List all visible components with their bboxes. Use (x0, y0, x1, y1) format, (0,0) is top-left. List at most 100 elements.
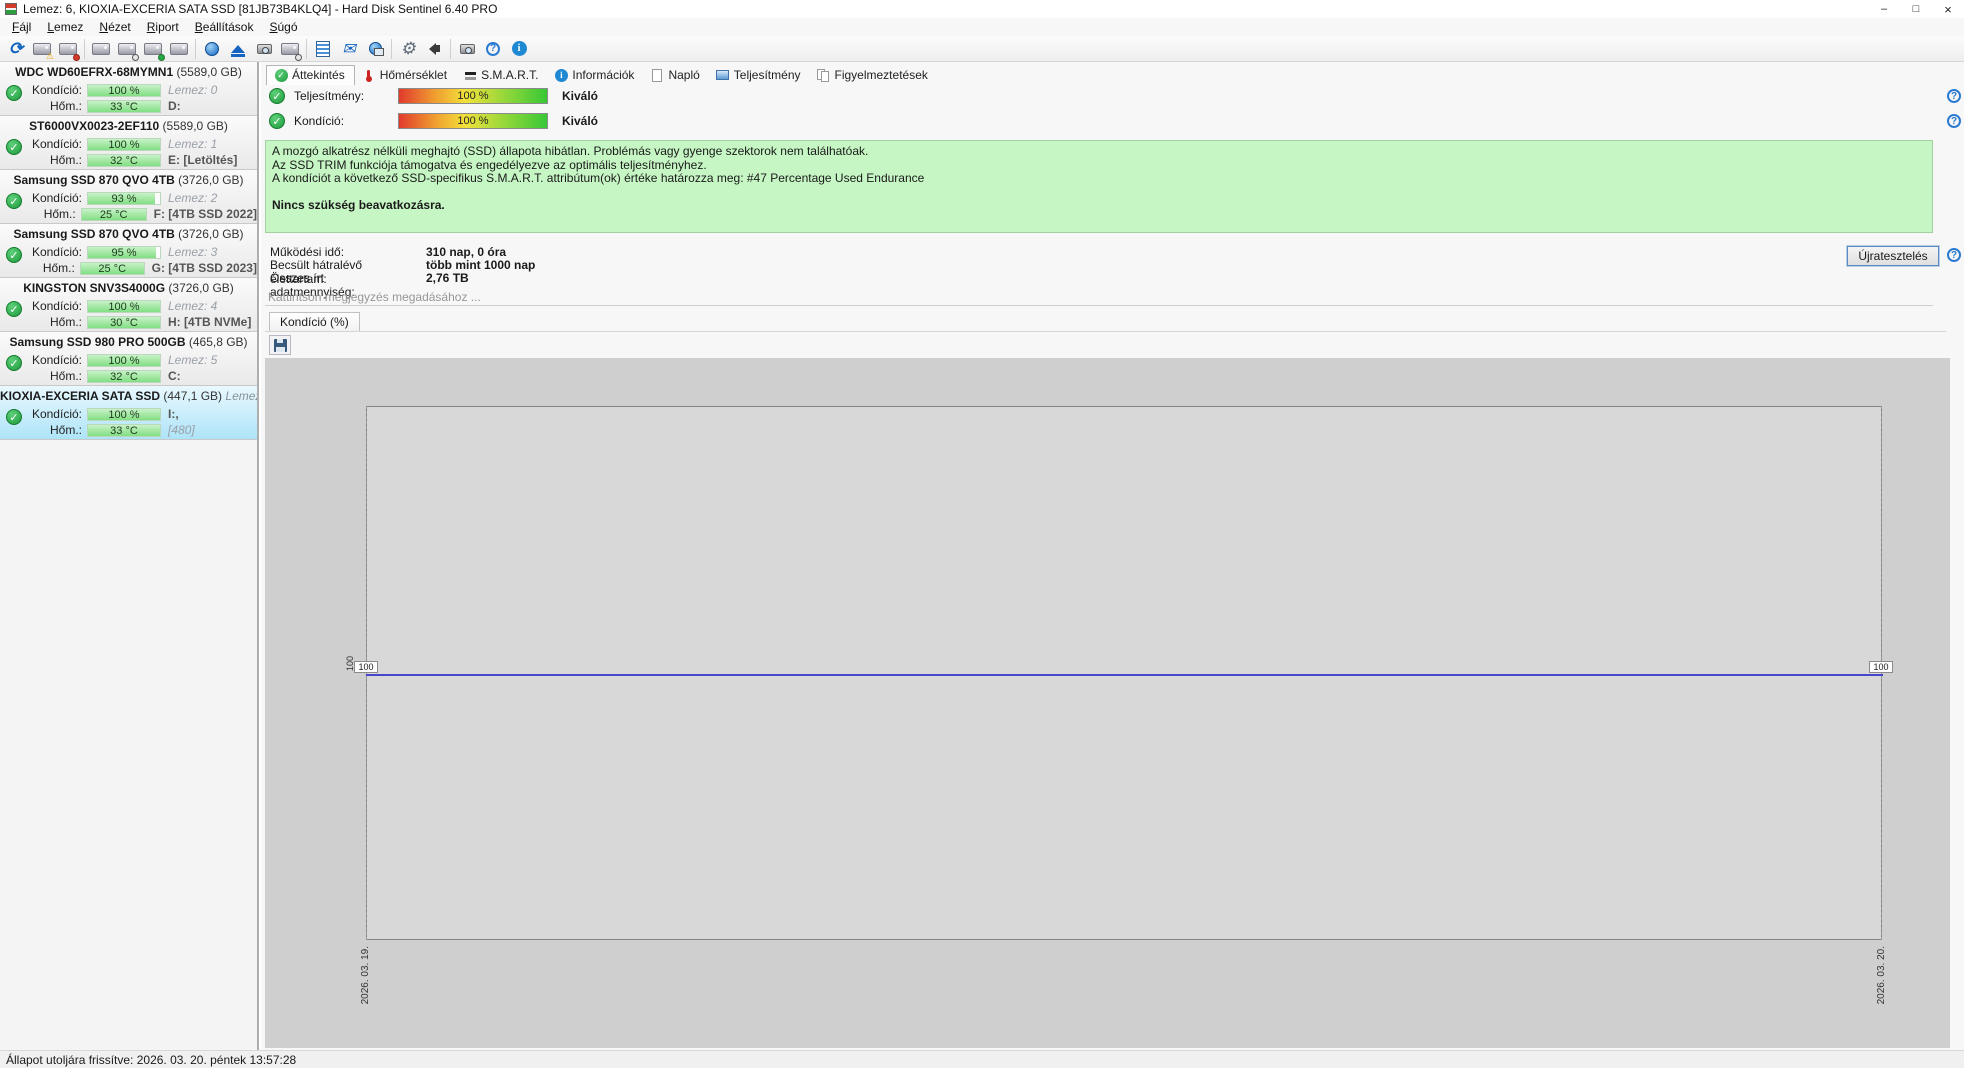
disk-entry-1[interactable]: ST6000VX0023-2EF110 (5589,0 GB) Kondíció… (0, 116, 257, 170)
disk-name: KINGSTON SNV3S4000G (23, 281, 166, 295)
temp-label: Hőm.: (43, 207, 76, 221)
tab-figyelmeztetesek[interactable]: Figyelmeztetések (810, 66, 937, 85)
tab-smart[interactable]: S.M.A.R.T. (456, 66, 547, 85)
health-ok-icon (6, 409, 22, 425)
disk-name: WDC WD60EFRX-68MYMN1 (15, 65, 174, 79)
temp-bar: 33 °C (87, 99, 161, 113)
disk-size: (3726,0 GB) (178, 173, 244, 187)
chart-title-tab[interactable]: Kondíció (%) (269, 312, 360, 331)
thermometer-icon (362, 68, 376, 82)
disk-report-icon[interactable] (55, 37, 81, 61)
stat-power-on-time: Működési idő: 310 nap, 0 óra (270, 245, 507, 259)
condition-bar: 100 % (87, 353, 161, 367)
tab-attekintes[interactable]: Áttekintés (266, 65, 355, 85)
disk-number: Lemez: 4 (168, 299, 218, 313)
mail-icon[interactable] (336, 37, 362, 61)
tab-informaciok[interactable]: Információk (547, 66, 643, 85)
pages-icon (817, 68, 831, 82)
disk-detect-icon[interactable] (88, 37, 114, 61)
status-text: Állapot utoljára frissítve: 2026. 03. 20… (6, 1052, 297, 1067)
disk-usb-icon[interactable] (277, 37, 303, 61)
drive-letter: C: (168, 369, 181, 383)
menu-beallitasok[interactable]: Beállítások (187, 19, 262, 35)
window-title: Lemez: 6, KIOXIA-EXCERIA SATA SSD [81JB7… (23, 2, 498, 16)
disk-entry-0[interactable]: WDC WD60EFRX-68MYMN1 (5589,0 GB) Kondíci… (0, 62, 257, 116)
disk-size: (447,1 GB) (163, 389, 223, 403)
toolbar-separator (195, 38, 196, 59)
tab-homerseklet[interactable]: Hőmérséklet (355, 66, 456, 85)
help-icon[interactable] (1947, 248, 1961, 262)
eject-icon[interactable] (225, 37, 251, 61)
gridline (366, 406, 367, 940)
health-ok-icon (6, 355, 22, 371)
temp-bar: 32 °C (87, 369, 161, 383)
document-icon (650, 68, 664, 82)
sound-icon[interactable] (421, 37, 447, 61)
drive-letter: E: [Letöltés] (168, 153, 238, 167)
help-icon[interactable] (1947, 89, 1961, 103)
toolbar-separator (450, 38, 451, 59)
disk-clock-icon[interactable] (114, 37, 140, 61)
disk-size: (5589,0 GB) (176, 65, 242, 79)
disk-entry-6-selected[interactable]: KIOXIA-EXCERIA SATA SSD (447,1 GB) Lemez… (0, 386, 257, 440)
disk-entry-2[interactable]: Samsung SSD 870 QVO 4TB (3726,0 GB) Kond… (0, 170, 257, 224)
summary-line: Az SSD TRIM funkciója támogatva és enged… (272, 157, 707, 172)
x-axis-date-label: 2026. 03. 20. (1876, 946, 1887, 1005)
comment-field[interactable]: Kattintson megjegyzés megadásához ... (265, 290, 1933, 306)
temp-bar: 33 °C (87, 423, 161, 437)
toolbar-separator (84, 38, 85, 59)
screenshot-camera-icon[interactable] (454, 37, 480, 61)
toolbar (0, 36, 1964, 62)
disk-offline-icon[interactable] (166, 37, 192, 61)
status-bar: Állapot utoljára frissítve: 2026. 03. 20… (0, 1050, 1964, 1068)
disk-number: Lemez: 0 (168, 83, 218, 97)
menu-nezet[interactable]: Nézet (91, 19, 138, 35)
disk-warning-icon[interactable] (29, 37, 55, 61)
point-value-label: 100 (1869, 661, 1893, 673)
info-circle-icon (554, 68, 568, 82)
title-bar: Lemez: 6, KIOXIA-EXCERIA SATA SSD [81JB7… (0, 0, 1964, 18)
menu-sugo[interactable]: Súgó (261, 19, 305, 35)
disk-entry-3[interactable]: Samsung SSD 870 QVO 4TB (3726,0 GB) Kond… (0, 224, 257, 278)
settings-gear-icon[interactable] (395, 37, 421, 61)
disk-ok-icon[interactable] (140, 37, 166, 61)
menu-riport[interactable]: Riport (139, 19, 187, 35)
maximize-button[interactable] (1900, 0, 1932, 18)
menu-fajl[interactable]: Fájl (4, 19, 39, 35)
close-button[interactable] (1932, 0, 1964, 18)
disk-number: Lemez: 6 (225, 389, 257, 403)
health-ok-icon (6, 139, 22, 155)
network-globe-icon[interactable] (362, 37, 388, 61)
performance-rating: Kiváló (562, 89, 599, 103)
help-icon[interactable] (1947, 114, 1961, 128)
summary-line: A mozgó alkatrész nélküli meghajtó (SSD)… (272, 144, 869, 158)
retest-button[interactable]: Újratesztelés (1846, 245, 1940, 267)
smart-bars-icon (463, 68, 477, 82)
save-chart-button[interactable] (269, 335, 291, 355)
tab-naplo[interactable]: Napló (643, 66, 708, 85)
minimize-button[interactable] (1868, 0, 1900, 18)
divider (265, 331, 1946, 332)
main-panel: Áttekintés Hőmérséklet S.M.A.R.T. Inform… (261, 62, 1964, 1050)
performance-bar: 100 % (398, 88, 548, 104)
condition-label: Kondíció: (31, 137, 82, 151)
health-ok-icon (6, 85, 22, 101)
notes-icon[interactable] (310, 37, 336, 61)
camera-disk-icon[interactable] (251, 37, 277, 61)
point-value-label: 100 (354, 661, 378, 673)
menu-lemez[interactable]: Lemez (39, 19, 91, 35)
temp-label: Hőm.: (49, 423, 82, 437)
info-icon[interactable] (506, 37, 532, 61)
chart-icon (716, 68, 730, 82)
disk-entry-5[interactable]: Samsung SSD 980 PRO 500GB (465,8 GB) Kon… (0, 332, 257, 386)
condition-bar: 100 % (87, 83, 161, 97)
check-circle-icon (274, 68, 288, 82)
condition-bar: 100 % (87, 407, 161, 421)
disk-entry-4[interactable]: KINGSTON SNV3S4000G (3726,0 GB) Kondíció… (0, 278, 257, 332)
condition-label: Kondíció: (294, 114, 345, 128)
globe-disk-icon[interactable] (199, 37, 225, 61)
disk-number: Lemez: 2 (168, 191, 218, 205)
help-icon[interactable] (480, 37, 506, 61)
tab-teljesitmeny[interactable]: Teljesítmény (709, 66, 810, 85)
refresh-icon[interactable] (3, 37, 29, 61)
